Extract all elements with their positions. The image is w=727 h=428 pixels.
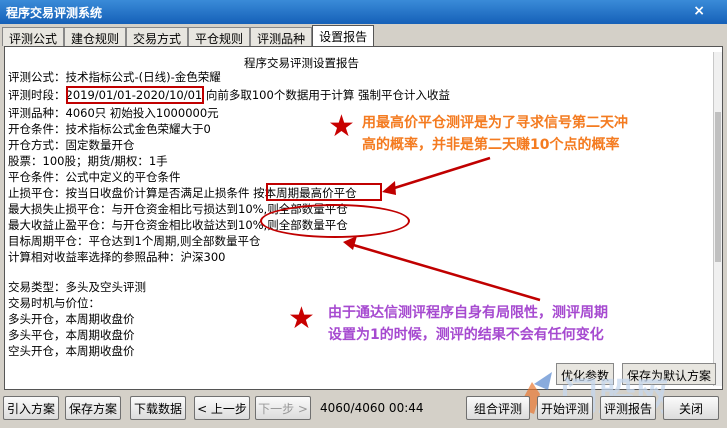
- next-step-button[interactable]: 下一步 >: [255, 396, 311, 420]
- annotation-note-1: 用最高价平仓测评是为了寻求信号第二天冲 高的概率，并非是第二天赚10个点的概率: [362, 112, 628, 156]
- annotation-line: 设置为1的时候，测评的结果不会有任何变化: [328, 327, 604, 343]
- star-icon: ★: [328, 109, 355, 144]
- prev-step-button[interactable]: < 上一步: [194, 396, 250, 420]
- arrow-line: [349, 242, 541, 302]
- annotation-line: 由于通达信测评程序自身有局限性，测评周期: [328, 305, 608, 321]
- eval-report-button[interactable]: 评测报告: [600, 396, 656, 420]
- annotation-note-2: 由于通达信测评程序自身有局限性，测评周期 设置为1的时候，测评的结果不会有任何变…: [328, 302, 608, 346]
- arrow-line: [387, 156, 491, 192]
- annotation-line: 高的概率，并非是第二天赚10个点的概率: [362, 137, 620, 153]
- import-plan-button[interactable]: 引入方案: [3, 396, 59, 420]
- save-plan-button[interactable]: 保存方案: [65, 396, 121, 420]
- download-data-button[interactable]: 下载数据: [130, 396, 186, 420]
- arrow-head: [343, 236, 357, 250]
- combo-eval-button[interactable]: 组合评测: [466, 396, 530, 420]
- start-eval-button[interactable]: 开始评测: [537, 396, 593, 420]
- progress-status: 4060/4060 00:44: [320, 401, 424, 415]
- annotation-line: 用最高价平仓测评是为了寻求信号第二天冲: [362, 115, 628, 131]
- bottom-toolbar: 引入方案 保存方案 下载数据 < 上一步 下一步 > 4060/4060 00:…: [0, 396, 727, 428]
- close-button[interactable]: 关闭: [663, 396, 719, 420]
- star-icon: ★: [288, 301, 315, 336]
- arrow-head: [382, 181, 396, 195]
